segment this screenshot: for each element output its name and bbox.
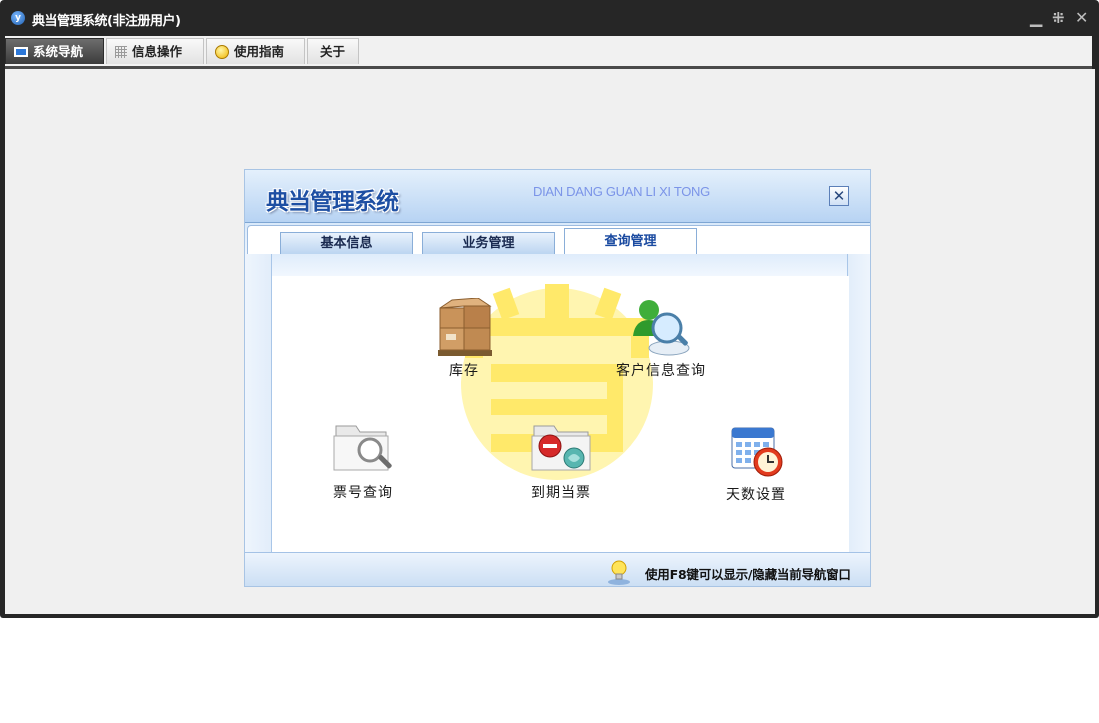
expired-ticket-icon [531,425,591,471]
dialog-footer: 使用F8键可以显示/隐藏当前导航窗口 [245,552,870,586]
customer-search-icon [633,300,690,356]
dialog-title: 典当管理系统 [266,189,399,215]
days-setting-shortcut[interactable]: 天数设置 [710,422,802,504]
monitor-icon [14,46,28,57]
tab-query-manage[interactable]: 查询管理 [564,228,697,256]
lightbulb-icon [215,44,229,59]
menu-tab-info-ops[interactable]: 信息操作 [106,38,204,64]
folder-search-icon [333,425,392,471]
item-label: 到期当票 [531,485,591,501]
title-bar[interactable]: y 典当管理系统(非注册用户) ▁ ⁜ ✕ [0,0,1099,36]
tab-basic-info[interactable]: 基本信息 [280,232,413,254]
tab-business-manage[interactable]: 业务管理 [422,232,555,254]
item-label: 库存 [449,363,479,379]
f8-hint-text: 使用F8键可以显示/隐藏当前导航窗口 [645,567,851,582]
dialog-close-button[interactable]: ✕ [829,186,849,206]
item-label: 客户信息查询 [616,363,706,379]
grid-icon [115,45,127,58]
window-title: 典当管理系统(非注册用户) [32,14,181,29]
menu-tab-label: 使用指南 [234,44,285,59]
close-button[interactable]: ✕ [1075,6,1088,30]
dialog-header: 典当管理系统 DIAN DANG GUAN LI XI TONG ✕ [245,170,870,223]
expired-tickets-shortcut[interactable]: 到期当票 [515,422,607,502]
menu-tab-label: 关于 [320,44,346,59]
item-label: 票号查询 [333,485,393,501]
inventory-shortcut[interactable]: 库存 [427,298,501,380]
calendar-clock-icon [731,427,783,477]
restore-button[interactable]: ⁜ [1052,6,1065,30]
query-panel: 库存 客户信息查询 票号查询 到期当票 天数设置 [272,276,849,552]
customer-info-query-shortcut[interactable]: 客户信息查询 [606,298,716,380]
ticket-number-query-shortcut[interactable]: 票号查询 [317,422,409,502]
menu-tab-label: 系统导航 [33,44,84,59]
menu-bar: 系统导航 信息操作 使用指南 关于 [5,36,1092,69]
menu-tab-system-nav[interactable]: 系统导航 [5,38,104,64]
minimize-button[interactable]: ▁ [1030,6,1042,30]
item-label: 天数设置 [726,487,786,503]
dialog-subtitle: DIAN DANG GUAN LI XI TONG [533,184,710,199]
menu-tab-user-guide[interactable]: 使用指南 [206,38,305,64]
warehouse-boxes-icon [438,298,492,356]
navigation-dialog: 典当管理系统 DIAN DANG GUAN LI XI TONG ✕ 基本信息 … [244,169,871,587]
menu-tab-label: 信息操作 [132,44,183,59]
menu-tab-about[interactable]: 关于 [307,38,359,64]
dialog-tab-strip: 基本信息 业务管理 查询管理 [245,223,870,256]
lightbulb-tip-icon [608,560,630,585]
app-logo-icon: y [11,11,25,25]
